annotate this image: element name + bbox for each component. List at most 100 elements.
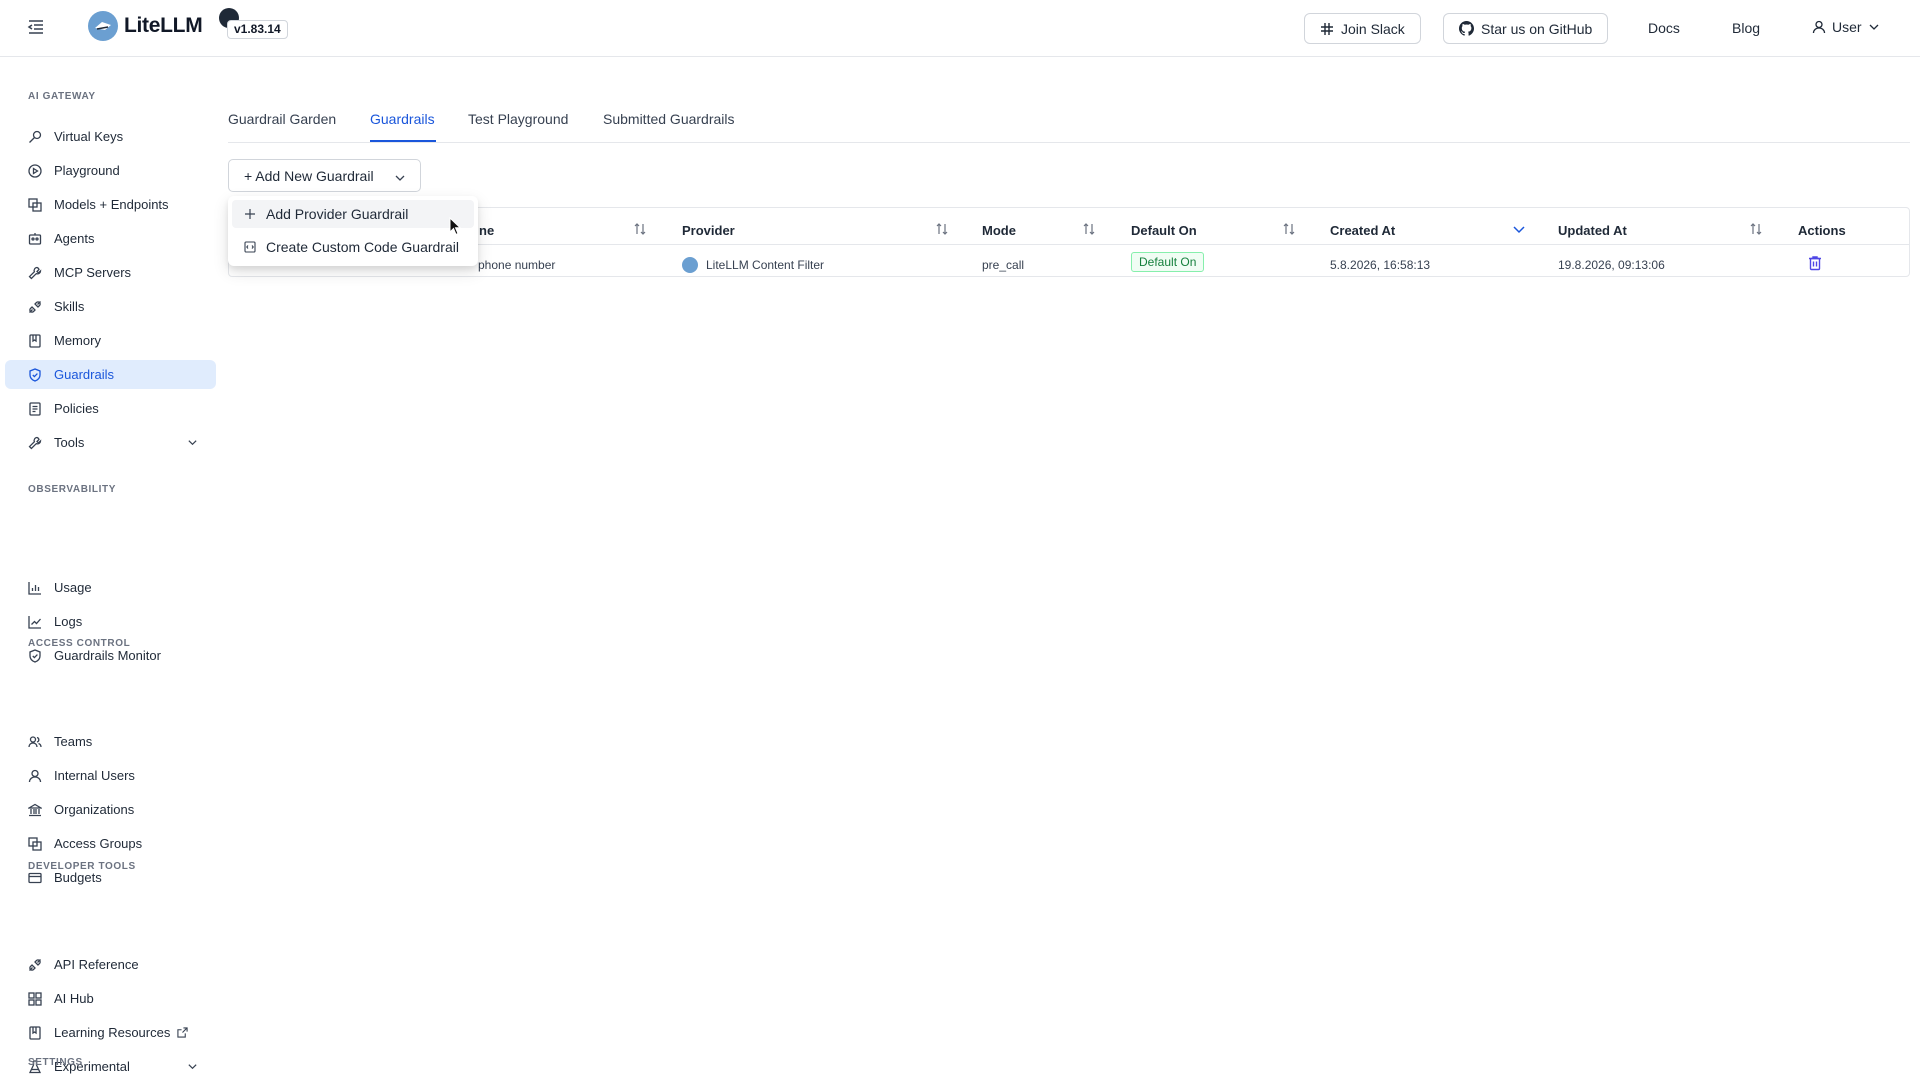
user-menu[interactable]: User: [1812, 19, 1880, 35]
sidebar-item-label: Budgets: [54, 870, 102, 885]
cell-provider: LiteLLM Content Filter: [706, 258, 825, 272]
sort-icon[interactable]: [633, 222, 647, 236]
column-header-provider: Provider: [682, 223, 735, 238]
tool-icon: [28, 436, 42, 449]
shield-icon: [29, 367, 41, 382]
docs-link[interactable]: Docs: [1648, 20, 1680, 36]
chevron-down-icon: [1869, 24, 1879, 30]
sidebar-item-tools[interactable]: Tools: [5, 428, 216, 457]
sidebar-item-mcp-servers[interactable]: MCP Servers: [5, 258, 216, 287]
sidebar-item-ai-hub[interactable]: AI Hub: [5, 984, 216, 1013]
litellm-logo-icon: [88, 11, 118, 41]
version-badge: v1.83.14: [227, 20, 288, 39]
blog-link[interactable]: Blog: [1732, 20, 1760, 36]
menu-fold-icon[interactable]: [26, 17, 46, 37]
tab-submitted-guardrails[interactable]: Submitted Guardrails: [603, 111, 735, 127]
guardrails-table: ne Provider Mode Default On Created At U…: [228, 207, 1910, 277]
sidebar-item-label: MCP Servers: [54, 265, 132, 280]
chevron-down-icon: [395, 175, 405, 181]
team-icon: [28, 735, 42, 747]
section-access-control: ACCESS CONTROL: [28, 638, 131, 649]
sidebar-item-skills[interactable]: Skills: [5, 292, 216, 321]
star-github-label: Star us on GitHub: [1481, 20, 1593, 37]
play-circle-icon: [28, 163, 42, 178]
sidebar-item-virtual-keys[interactable]: Virtual Keys: [5, 122, 216, 151]
slack-icon: [1321, 22, 1333, 35]
layers-icon: [28, 197, 42, 212]
sidebar-item-guardrails[interactable]: Guardrails: [5, 360, 216, 389]
sidebar-item-agents[interactable]: Agents: [5, 224, 216, 253]
cell-created-at: 5.8.2026, 16:58:13: [1330, 258, 1431, 272]
sidebar-item-label: Guardrails: [54, 367, 114, 382]
sidebar-item-access-groups[interactable]: Access Groups: [5, 829, 216, 858]
menu-item-create-custom-code-guardrail[interactable]: Create Custom Code Guardrail: [232, 233, 474, 261]
top-header: LiteLLM v1.83.14 Join Slack Star us on G…: [0, 0, 1920, 57]
sidebar-item-teams[interactable]: Teams: [5, 727, 216, 756]
sort-icon[interactable]: [1749, 222, 1763, 236]
sidebar-item-logs[interactable]: Logs: [5, 607, 216, 636]
join-slack-label: Join Slack: [1341, 20, 1405, 37]
api-icon: [29, 300, 41, 313]
credit-card-icon: [28, 872, 42, 883]
tab-test-playground[interactable]: Test Playground: [468, 111, 568, 127]
user-icon: [1812, 20, 1826, 34]
robot-icon: [28, 232, 42, 245]
star-github-button[interactable]: Star us on GitHub: [1443, 13, 1609, 44]
sidebar-item-playground[interactable]: Playground: [5, 156, 216, 185]
sidebar-item-memory[interactable]: Memory: [5, 326, 216, 355]
sort-icon[interactable]: [1082, 222, 1096, 236]
plus-icon: [245, 209, 255, 219]
join-slack-button[interactable]: Join Slack: [1304, 13, 1421, 44]
mouse-cursor-icon: [449, 217, 462, 236]
sidebar-item-label: Teams: [54, 734, 93, 749]
user-label: User: [1832, 19, 1862, 35]
line-chart-icon: [28, 615, 41, 629]
add-new-guardrail-label: + Add New Guardrail: [244, 167, 374, 184]
cell-updated-at: 19.8.2026, 09:13:06: [1558, 258, 1665, 272]
book-icon: [29, 333, 41, 348]
tab-guardrails[interactable]: Guardrails: [370, 111, 435, 127]
provider-logo-icon: [682, 257, 698, 273]
sidebar-item-label: Skills: [54, 299, 85, 314]
sidebar-item-learning-resources[interactable]: Learning Resources: [5, 1018, 216, 1047]
book-icon: [29, 1025, 41, 1040]
header-divider: [229, 244, 1909, 245]
section-developer-tools: DEVELOPER TOOLS: [28, 861, 136, 872]
sidebar-item-label: Logs: [54, 614, 83, 629]
sort-descending-icon[interactable]: [1512, 222, 1526, 236]
section-settings: SETTINGS: [28, 1057, 83, 1068]
tab-guardrail-garden[interactable]: Guardrail Garden: [228, 111, 336, 127]
sidebar-item-internal-users[interactable]: Internal Users: [5, 761, 216, 790]
sidebar-item-label: Models + Endpoints: [54, 197, 169, 212]
app-name: LiteLLM: [124, 14, 203, 37]
sort-icon[interactable]: [1282, 222, 1296, 236]
sidebar-item-api-reference[interactable]: API Reference: [5, 950, 216, 979]
trash-icon[interactable]: [1807, 255, 1823, 271]
chevron-down-icon[interactable]: [187, 1061, 198, 1072]
menu-item-label: Create Custom Code Guardrail: [266, 239, 459, 255]
cell-name[interactable]: phone number: [478, 258, 555, 272]
sidebar-item-label: Organizations: [54, 802, 135, 817]
column-header-actions: Actions: [1798, 223, 1846, 238]
sidebar-item-label: Internal Users: [54, 768, 135, 783]
chevron-down-icon[interactable]: [187, 437, 198, 448]
sidebar-item-label: Usage: [54, 580, 92, 595]
sidebar-item-label: AI Hub: [54, 991, 94, 1006]
sidebar-item-label: Memory: [54, 333, 101, 348]
code-icon: [244, 241, 256, 253]
add-new-guardrail-button[interactable]: + Add New Guardrail: [228, 159, 421, 192]
sidebar-item-models-endpoints[interactable]: Models + Endpoints: [5, 190, 216, 219]
sidebar-item-label: Tools: [54, 435, 85, 450]
sidebar-item-organizations[interactable]: Organizations: [5, 795, 216, 824]
sidebar-item-usage[interactable]: Usage: [5, 573, 216, 602]
sidebar-item-label: Access Groups: [54, 836, 143, 851]
grid-icon: [28, 991, 42, 1006]
sidebar-item-policies[interactable]: Policies: [5, 394, 216, 423]
default-on-badge: Default On: [1131, 252, 1205, 272]
key-icon: [29, 130, 42, 143]
menu-item-add-provider-guardrail[interactable]: Add Provider Guardrail: [232, 200, 474, 228]
sidebar: AI GATEWAY Virtual Keys Playground Model…: [0, 57, 222, 1080]
tab-bar: Guardrail Garden Guardrails Test Playgro…: [228, 107, 1910, 143]
sort-icon[interactable]: [935, 222, 949, 236]
app-logo[interactable]: LiteLLM: [88, 11, 203, 41]
